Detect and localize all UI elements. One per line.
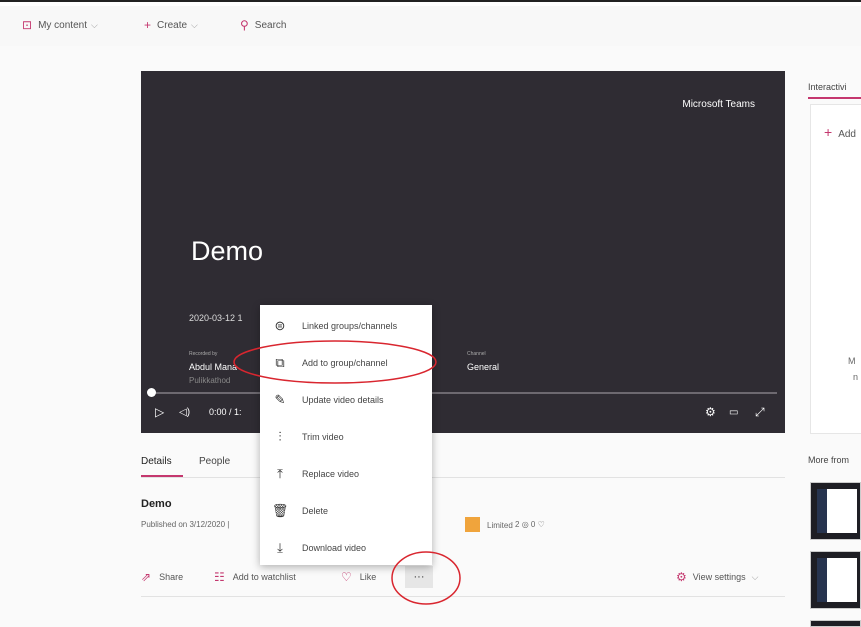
menu-item-label: Trim video <box>302 431 344 442</box>
tab-details[interactable]: Details <box>141 456 172 467</box>
interactivity-tab[interactable]: Interactivi <box>808 82 847 92</box>
my-content-label: My content <box>38 19 87 31</box>
search-button[interactable]: ⚲ Search <box>240 16 286 34</box>
add-interactivity-button[interactable]: + Add <box>824 124 856 140</box>
menu-item-download[interactable]: ⤓ Download video <box>260 529 432 566</box>
gear-icon: ⚙ <box>676 570 687 584</box>
side-note-line1: M <box>848 356 856 366</box>
video-icon: ⊡ <box>22 18 33 32</box>
volume-icon[interactable]: ◁) <box>179 407 190 418</box>
bottom-divider <box>141 596 785 597</box>
view-like-counts: 2 ◎ 0 ♡ <box>515 520 545 529</box>
time-display: 0:00 / 1: <box>209 407 242 417</box>
video-player[interactable]: Microsoft Teams Demo 2020-03-12 1 Record… <box>141 71 785 433</box>
add-to-group-icon: ⧉ <box>275 354 285 370</box>
progress-knob[interactable] <box>147 388 156 397</box>
thumbnail-sidebar <box>817 489 827 533</box>
progress-bar[interactable] <box>149 392 777 394</box>
trash-icon: 🗑 <box>271 502 289 518</box>
heart-icon: ♡ <box>537 520 545 529</box>
window-top-border <box>0 0 861 6</box>
eye-icon: ◎ <box>521 520 529 529</box>
related-video-thumbnail[interactable] <box>810 551 861 609</box>
more-from-heading: More from <box>808 455 850 465</box>
view-settings-label: View settings <box>692 572 746 582</box>
settings-gear-icon[interactable]: ⚙ <box>705 405 716 419</box>
menu-item-label: Update video details <box>302 394 384 405</box>
plus-icon: + <box>824 124 833 140</box>
recorded-by-label: Recorded by <box>189 351 218 357</box>
published-date: Published on 3/12/2020 | <box>141 520 230 529</box>
add-to-watchlist-button[interactable]: ☷ Add to watchlist <box>214 570 296 584</box>
recorded-by-sub: Pulikkathod <box>189 376 231 385</box>
chevron-down-icon: ⌵ <box>751 571 759 582</box>
more-options-button[interactable]: ··· <box>405 566 433 588</box>
pencil-icon: ✎ <box>274 391 286 407</box>
play-icon[interactable]: ▷ <box>155 405 164 419</box>
chevron-down-icon: ⌵ <box>90 19 98 30</box>
related-video-thumbnail[interactable] <box>810 482 861 540</box>
watchlist-label: Add to watchlist <box>232 572 296 582</box>
fullscreen-icon[interactable]: ⤢ <box>755 405 765 420</box>
captions-icon[interactable]: ▭ <box>729 407 738 418</box>
menu-item-label: Replace video <box>302 468 360 479</box>
menu-item-replace-video[interactable]: ⤒ Replace video <box>260 455 432 492</box>
plus-icon: + <box>144 18 152 32</box>
search-label: Search <box>254 19 287 31</box>
share-label: Share <box>159 572 184 582</box>
menu-item-linked-groups[interactable]: ⊜ Linked groups/channels <box>260 307 432 344</box>
menu-item-label: Add to group/channel <box>302 357 388 368</box>
more-options-menu: ⊜ Linked groups/channels ⧉ Add to group/… <box>260 305 432 565</box>
chevron-down-icon: ⌵ <box>191 19 198 30</box>
player-brand: Microsoft Teams <box>682 99 755 110</box>
tab-people[interactable]: People <box>199 456 230 467</box>
related-video-thumbnail[interactable] <box>810 620 861 627</box>
side-note-line2: n <box>853 372 859 382</box>
trim-icon: ⫶ <box>278 428 282 444</box>
like-count: 0 <box>530 520 536 529</box>
interactivity-panel <box>810 104 861 434</box>
menu-item-label: Linked groups/channels <box>302 320 398 331</box>
view-settings-button[interactable]: ⚙ View settings ⌵ <box>676 570 758 584</box>
top-navigation: ⊡ My content ⌵ + Create ⌵ ⚲ Search <box>0 0 861 46</box>
video-title: Demo <box>141 498 172 510</box>
create-label: Create <box>157 19 188 31</box>
like-label: Like <box>359 572 377 582</box>
menu-item-trim-video[interactable]: ⫶ Trim video <box>260 418 432 455</box>
download-icon: ⤓ <box>277 539 283 555</box>
thumbnail-sidebar <box>817 558 827 602</box>
heart-icon: ♡ <box>341 570 352 584</box>
limited-icon <box>465 517 480 532</box>
my-content-menu[interactable]: ⊡ My content ⌵ <box>22 16 98 34</box>
player-date: 2020-03-12 1 <box>189 313 243 323</box>
menu-item-delete[interactable]: 🗑 Delete <box>260 492 432 529</box>
player-title: Demo <box>191 236 264 266</box>
recorded-by-name: Abdul Mana <box>189 362 238 372</box>
menu-item-add-to-group[interactable]: ⧉ Add to group/channel <box>260 344 432 381</box>
tab-divider <box>141 477 785 478</box>
watchlist-icon: ☷ <box>214 570 225 584</box>
linked-groups-icon: ⊜ <box>274 317 286 333</box>
interactivity-tab-underline <box>808 97 861 99</box>
permission-status: Limited <box>487 521 513 530</box>
menu-item-label: Delete <box>302 505 329 516</box>
menu-item-label: Download video <box>302 542 367 553</box>
upload-icon: ⤒ <box>277 465 283 481</box>
channel-name: General <box>467 362 500 372</box>
menu-item-update-details[interactable]: ✎ Update video details <box>260 381 432 418</box>
channel-label: Channel <box>467 351 486 357</box>
search-icon: ⚲ <box>240 18 249 32</box>
create-menu[interactable]: + Create ⌵ <box>144 16 198 34</box>
like-button[interactable]: ♡ Like <box>341 570 376 584</box>
share-icon: ⇗ <box>141 570 152 584</box>
view-count: 2 <box>515 520 520 529</box>
share-button[interactable]: ⇗ Share <box>141 570 183 584</box>
add-label: Add <box>838 129 856 140</box>
